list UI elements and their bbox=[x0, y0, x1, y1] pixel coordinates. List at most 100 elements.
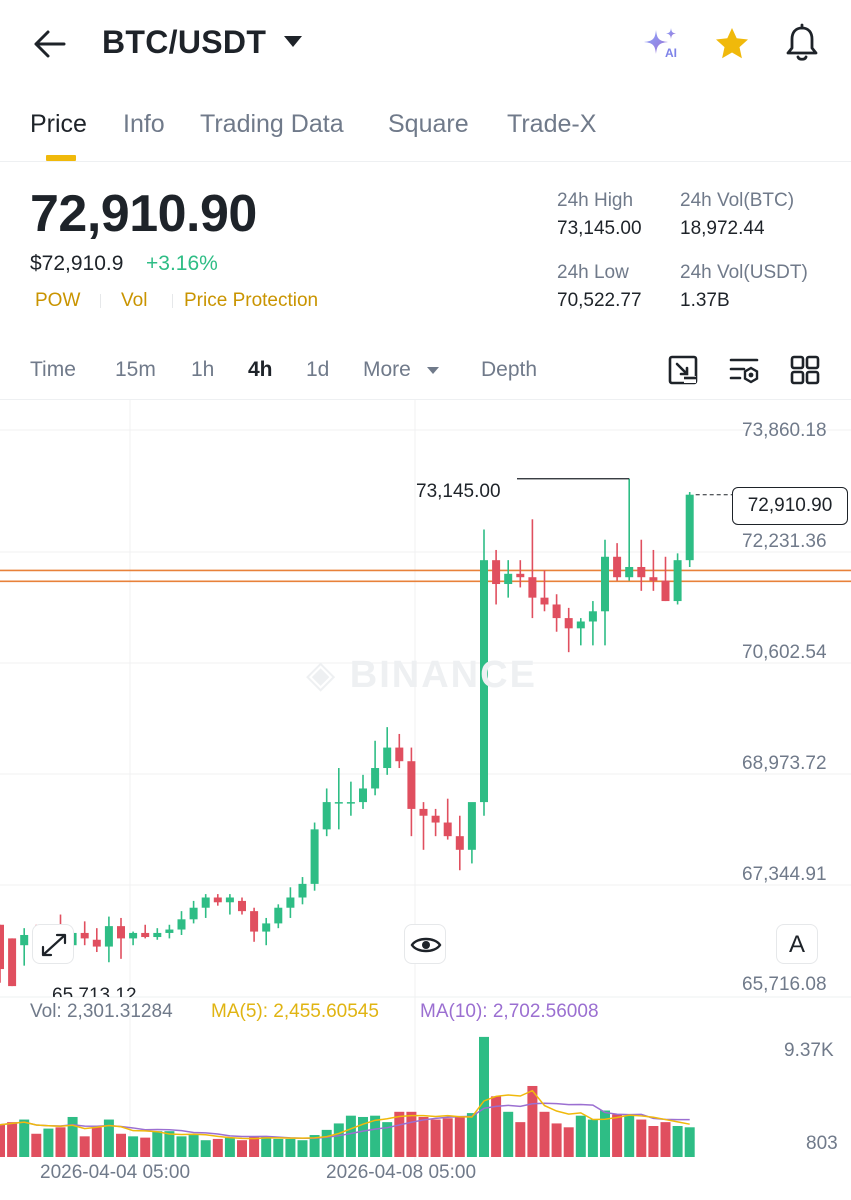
x-tick-label: 2026-04-04 05:00 bbox=[40, 1162, 191, 1183]
volume-bar bbox=[587, 1119, 598, 1157]
volume-bar bbox=[575, 1115, 586, 1157]
candle-body bbox=[322, 802, 331, 830]
interval-1h[interactable]: 1h bbox=[191, 358, 214, 382]
interval-time[interactable]: Time bbox=[30, 358, 76, 382]
usd-price: $72,910.9 bbox=[30, 252, 124, 275]
candle-body bbox=[407, 761, 416, 809]
more-dropdown-icon[interactable] bbox=[427, 367, 439, 374]
volume-y-tick: 803 bbox=[806, 1133, 838, 1154]
ai-sparkle-icon[interactable]: AI bbox=[640, 24, 684, 64]
volume-bar bbox=[261, 1136, 272, 1157]
star-icon[interactable] bbox=[712, 24, 752, 64]
candle-body bbox=[104, 926, 113, 947]
candle-body bbox=[189, 907, 198, 920]
expand-arrows-icon bbox=[41, 933, 67, 957]
stat-24h-low-label: 24h Low bbox=[557, 262, 629, 283]
tab-square[interactable]: Square bbox=[388, 110, 469, 139]
candle-body bbox=[419, 808, 428, 816]
tab-trading-data[interactable]: Trading Data bbox=[200, 110, 344, 139]
candle-body bbox=[80, 932, 89, 939]
interval-more[interactable]: More bbox=[363, 358, 411, 382]
volume-bar bbox=[43, 1128, 54, 1157]
stat-24h-vol-usdt-label: 24h Vol(USDT) bbox=[680, 262, 808, 283]
volume-bar bbox=[273, 1138, 284, 1157]
interval-4h[interactable]: 4h bbox=[248, 358, 273, 382]
tag-price-protection[interactable]: Price Protection bbox=[184, 290, 318, 312]
candle-body bbox=[661, 580, 670, 602]
interval-15m[interactable]: 15m bbox=[115, 358, 156, 382]
x-tick-label: 2026-04-08 05:00 bbox=[326, 1162, 477, 1183]
tag-separator bbox=[100, 294, 101, 308]
candle-body bbox=[467, 802, 476, 850]
y-tick-label: 72,231.36 bbox=[742, 531, 827, 552]
volume-bar bbox=[454, 1116, 465, 1157]
candle-body bbox=[201, 897, 210, 908]
candle-body bbox=[213, 897, 222, 903]
volume-bar bbox=[237, 1140, 247, 1157]
candle-body bbox=[274, 907, 283, 924]
ai-badge: AI bbox=[665, 46, 677, 60]
volume-bar bbox=[164, 1131, 175, 1157]
tab-price[interactable]: Price bbox=[30, 110, 87, 139]
indicator-settings-icon[interactable] bbox=[726, 352, 762, 388]
fullscreen-icon[interactable] bbox=[665, 352, 701, 388]
volume-bar bbox=[140, 1137, 151, 1157]
watermark-text: BINANCE bbox=[349, 654, 537, 696]
candle-body bbox=[286, 897, 295, 908]
volume-bar bbox=[612, 1114, 623, 1157]
volume-bar bbox=[333, 1123, 344, 1157]
candle-body bbox=[250, 911, 259, 932]
volume-bar bbox=[636, 1119, 647, 1157]
volume-bar bbox=[79, 1136, 90, 1157]
expand-chart-button[interactable] bbox=[32, 924, 74, 964]
stat-24h-vol-btc-label: 24h Vol(BTC) bbox=[680, 190, 795, 211]
depth-tab[interactable]: Depth bbox=[481, 358, 537, 382]
tag-pow[interactable]: POW bbox=[35, 290, 80, 312]
back-arrow-icon[interactable] bbox=[28, 24, 72, 64]
candle-body bbox=[153, 932, 162, 938]
volume-bar bbox=[406, 1111, 417, 1157]
candle-body bbox=[516, 573, 525, 578]
volume-bar bbox=[503, 1111, 514, 1157]
stat-24h-vol-btc-value: 18,972.44 bbox=[680, 218, 765, 239]
volume-bar bbox=[0, 1124, 5, 1157]
binance-watermark: ◈ BINANCE bbox=[306, 652, 537, 697]
volume-bar bbox=[527, 1085, 538, 1157]
visibility-toggle-button[interactable] bbox=[404, 924, 446, 964]
tab-trade-x[interactable]: Trade-X bbox=[507, 110, 596, 139]
tag-vol[interactable]: Vol bbox=[121, 290, 147, 312]
candle-body bbox=[601, 556, 609, 612]
volume-bar bbox=[430, 1119, 441, 1157]
interval-1d[interactable]: 1d bbox=[306, 358, 329, 382]
binance-logo-icon: ◈ bbox=[306, 654, 338, 696]
tab-info[interactable]: Info bbox=[123, 110, 165, 139]
candle-body bbox=[225, 897, 234, 903]
volume-bar bbox=[212, 1138, 223, 1157]
pair-title[interactable]: BTC/USDT bbox=[102, 24, 266, 61]
grid-layout-icon[interactable] bbox=[787, 352, 823, 388]
candle-body bbox=[685, 494, 694, 561]
price-change-percent: +3.16% bbox=[146, 252, 218, 275]
candle-body bbox=[588, 611, 597, 622]
ma10-label: MA(10): 2,702.56008 bbox=[420, 1001, 599, 1022]
volume-bar bbox=[563, 1127, 574, 1157]
volume-bar bbox=[345, 1115, 356, 1157]
volume-bar bbox=[116, 1133, 126, 1157]
candle-body bbox=[117, 926, 125, 939]
candle-body bbox=[359, 788, 367, 803]
candle-body bbox=[455, 836, 464, 850]
candle-body bbox=[673, 560, 682, 602]
y-tick-label: 70,602.54 bbox=[742, 642, 827, 663]
volume-bar bbox=[249, 1136, 260, 1157]
candle-body bbox=[431, 815, 440, 823]
candle-body bbox=[165, 929, 174, 933]
auto-scale-button[interactable]: A bbox=[776, 924, 818, 964]
bell-icon[interactable] bbox=[782, 22, 822, 64]
volume-bar bbox=[539, 1111, 550, 1157]
candle-body bbox=[0, 924, 4, 970]
volume-bar bbox=[648, 1126, 659, 1157]
y-tick-label: 68,973.72 bbox=[742, 753, 827, 774]
pair-dropdown-icon[interactable] bbox=[284, 36, 302, 47]
volume-bar bbox=[128, 1136, 139, 1157]
volume-bar bbox=[660, 1122, 671, 1157]
